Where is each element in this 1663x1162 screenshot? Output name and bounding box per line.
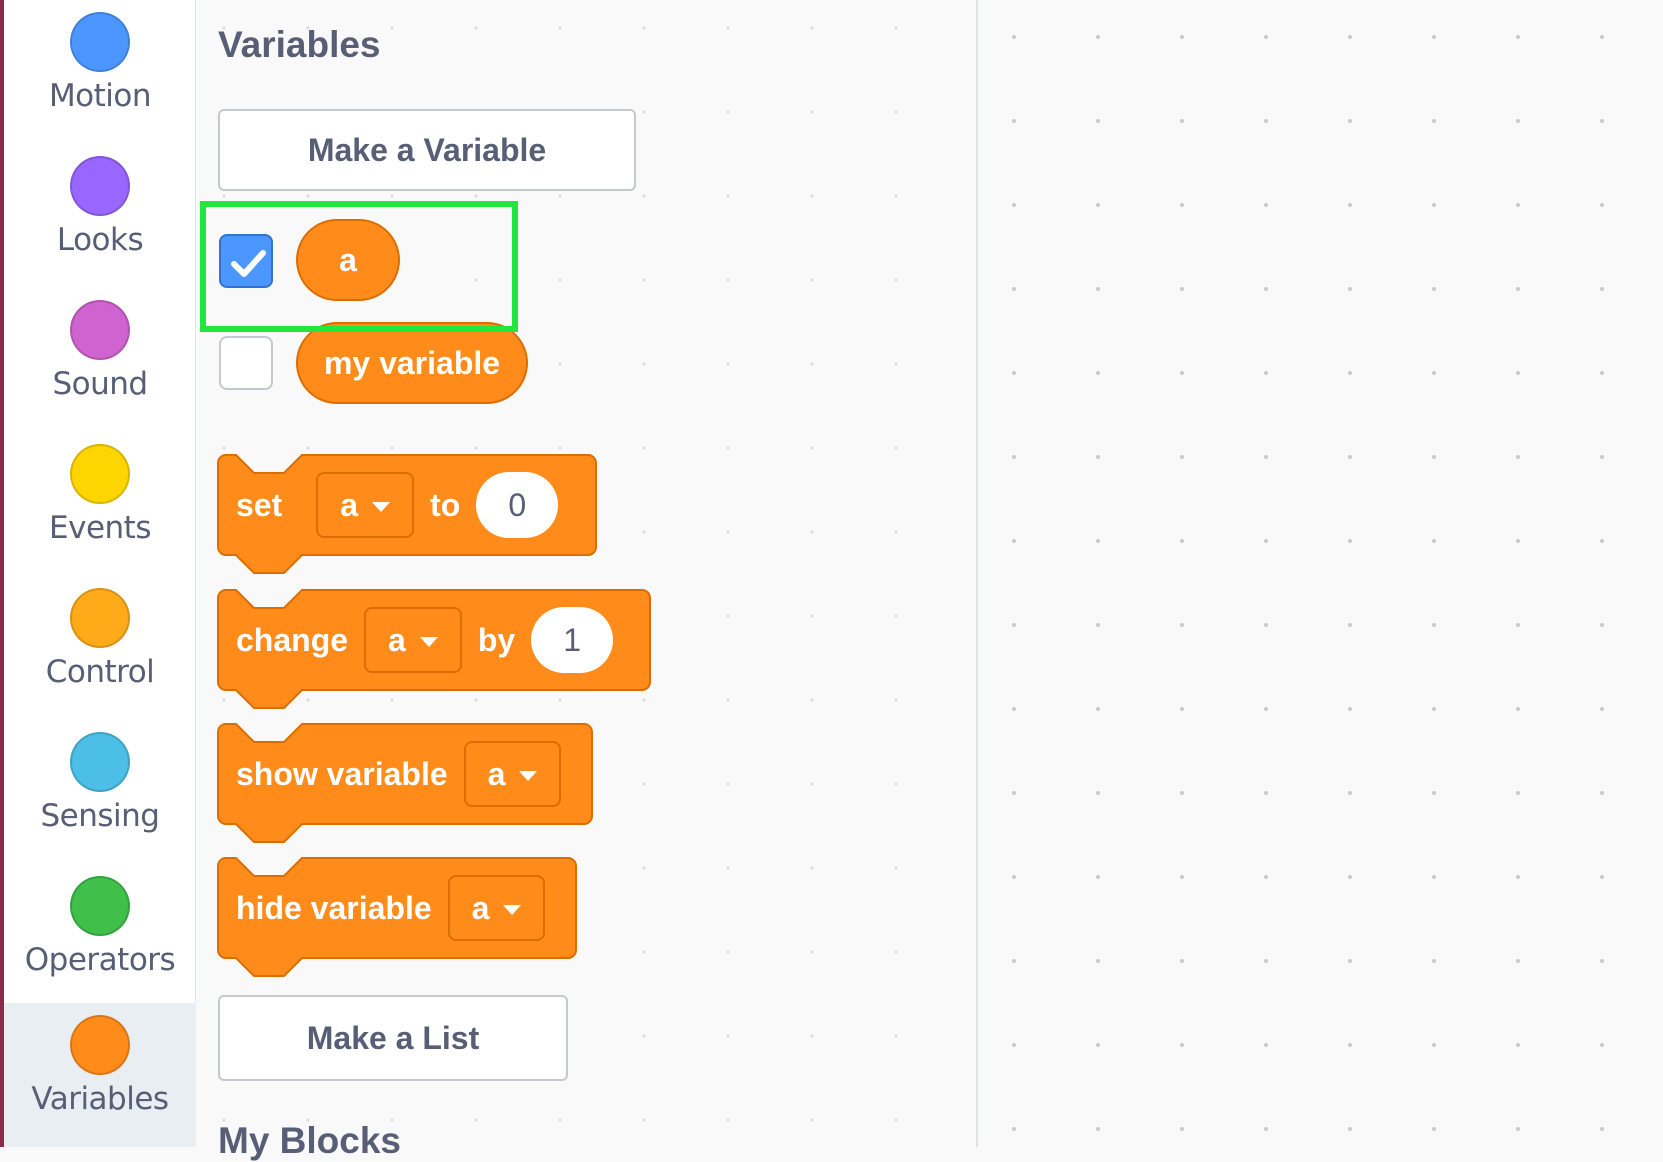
sound-category-icon [70, 300, 130, 360]
dropdown-value: a [471, 889, 490, 926]
variable-dropdown[interactable]: a [447, 875, 546, 941]
category-control[interactable]: Control [4, 576, 196, 720]
variable-dropdown[interactable]: a [316, 472, 415, 538]
block-label: hide variable [236, 889, 432, 926]
category-sensing[interactable]: Sensing [4, 720, 196, 864]
dropdown-value: a [487, 755, 506, 792]
make-variable-button[interactable]: Make a Variable [218, 109, 636, 191]
category-label: Operators [24, 942, 176, 978]
my-blocks-heading: My Blocks [218, 1120, 402, 1161]
events-category-icon [70, 444, 130, 504]
category-label: Sound [52, 366, 148, 402]
control-category-icon [70, 588, 130, 648]
code-workspace[interactable] [978, 0, 1663, 1147]
category-label: Sensing [40, 798, 161, 834]
category-looks[interactable]: Looks [4, 144, 196, 288]
variable-dropdown[interactable]: a [463, 741, 562, 807]
category-label: Looks [56, 222, 144, 258]
dropdown-value: a [388, 621, 406, 658]
block-label: change [236, 621, 349, 658]
value-input[interactable]: 1 [531, 607, 614, 673]
variable-dropdown[interactable]: a [364, 607, 462, 673]
looks-category-icon [70, 156, 130, 216]
dropdown-caret-icon [419, 636, 438, 647]
category-label: Variables [31, 1081, 169, 1117]
my-variable-checkbox[interactable] [219, 336, 273, 390]
dropdown-caret-icon [503, 904, 522, 915]
category-events[interactable]: Events [4, 432, 196, 576]
block-label: to [430, 486, 461, 523]
category-label: Events [49, 510, 151, 546]
category-label: Motion [48, 78, 152, 114]
my-variable-reporter[interactable]: my variable [296, 322, 528, 404]
category-label: Control [45, 654, 155, 690]
dropdown-caret-icon [519, 770, 538, 781]
category-operators[interactable]: Operators [4, 864, 196, 1008]
sensing-category-icon [70, 732, 130, 792]
dropdown-value: a [340, 486, 359, 523]
value-input[interactable]: 0 [476, 472, 559, 538]
dropdown-caret-icon [372, 501, 391, 512]
block-label: set [236, 486, 283, 523]
category-variables[interactable]: Variables [4, 1003, 196, 1147]
highlight-box [200, 201, 518, 332]
category-menu: Motion Looks Sound Events Control Sensin… [4, 0, 196, 1147]
category-sound[interactable]: Sound [4, 288, 196, 432]
variables-category-icon [70, 1015, 130, 1075]
block-label: show variable [236, 755, 448, 792]
category-motion[interactable]: Motion [4, 0, 196, 144]
block-label: by [477, 621, 516, 658]
operators-category-icon [70, 876, 130, 936]
variables-heading: Variables [218, 24, 381, 65]
make-list-button[interactable]: Make a List [218, 995, 568, 1081]
motion-category-icon [70, 12, 130, 72]
